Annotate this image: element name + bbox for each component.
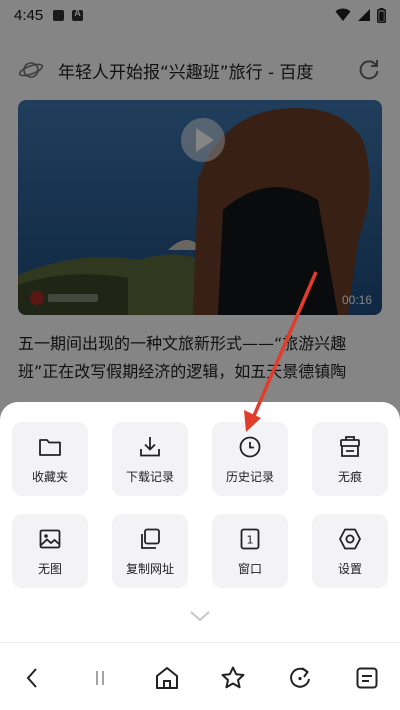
download-icon: [140, 436, 160, 456]
history-button[interactable]: 历史记录: [212, 422, 288, 496]
settings-label: 设置: [337, 561, 362, 576]
window-count: 1: [247, 533, 254, 546]
pause-button[interactable]: [67, 650, 134, 706]
star-icon: [221, 666, 245, 689]
menu-grid: 收藏夹 下载记录 历史记录 无痕 无图 复制网址 1 窗口 设置: [12, 422, 388, 588]
favorites-label: 收藏夹: [31, 469, 68, 484]
copy-icon: [141, 528, 160, 549]
windows-label: 窗口: [237, 561, 262, 576]
divider: [0, 642, 400, 643]
clock-icon: [239, 436, 261, 457]
bookmark-button[interactable]: [200, 650, 267, 706]
menu-button[interactable]: [333, 650, 400, 706]
home-button[interactable]: [133, 650, 200, 706]
image-icon: [39, 529, 61, 548]
history-label: 历史记录: [225, 469, 274, 484]
refresh-icon: [290, 667, 310, 688]
downloads-label: 下载记录: [125, 469, 174, 484]
favorites-button[interactable]: 收藏夹: [12, 422, 88, 496]
no-image-button[interactable]: 无图: [12, 514, 88, 588]
incognito-label: 无痕: [337, 469, 362, 484]
copy-url-button[interactable]: 复制网址: [112, 514, 188, 588]
window-count-icon: 1: [240, 528, 260, 549]
downloads-button[interactable]: 下载记录: [112, 422, 188, 496]
pause-icon: [96, 671, 104, 685]
refresh-button[interactable]: [267, 650, 334, 706]
chevron-down-icon[interactable]: [188, 608, 212, 624]
incognito-icon: [340, 435, 360, 457]
copy-url-label: 复制网址: [125, 561, 174, 576]
settings-icon: [339, 528, 361, 549]
bottom-nav: [0, 650, 400, 706]
incognito-button[interactable]: 无痕: [312, 422, 388, 496]
menu-sheet: 收藏夹 下载记录 历史记录 无痕 无图 复制网址 1 窗口 设置: [0, 402, 400, 710]
home-icon: [155, 667, 178, 689]
settings-button[interactable]: 设置: [312, 514, 388, 588]
no-image-label: 无图: [37, 561, 62, 576]
back-icon: [26, 668, 38, 688]
menu-icon: [356, 667, 378, 689]
back-button[interactable]: [0, 650, 67, 706]
windows-button[interactable]: 1 窗口: [212, 514, 288, 588]
folder-icon: [39, 438, 61, 456]
